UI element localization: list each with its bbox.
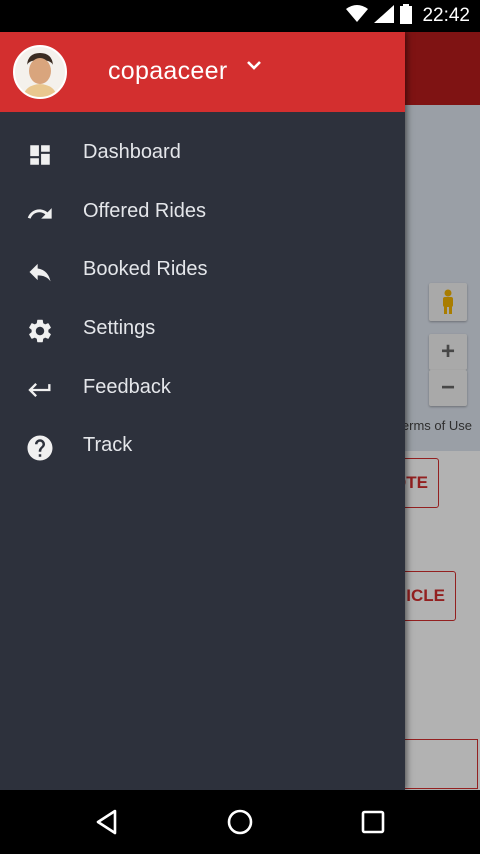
redo-icon: [24, 198, 56, 230]
dashboard-icon: [24, 139, 56, 171]
system-nav-bar: [0, 790, 480, 854]
chevron-down-icon[interactable]: [245, 58, 263, 77]
drawer-header[interactable]: copaaceer: [0, 32, 405, 112]
status-time: 22:42: [422, 5, 470, 26]
drawer-menu: Dashboard Offered Rides Booked Rides Set…: [0, 124, 405, 476]
menu-item-dashboard[interactable]: Dashboard: [0, 124, 405, 183]
return-icon: [24, 374, 56, 406]
home-icon[interactable]: [220, 804, 260, 840]
menu-item-track[interactable]: Track: [0, 417, 405, 476]
menu-label-dashboard: Dashboard: [83, 141, 181, 163]
menu-label-settings: Settings: [83, 317, 156, 340]
recents-icon[interactable]: [353, 804, 393, 840]
menu-label-offered-rides: Offered Rides: [83, 199, 207, 222]
menu-label-track: Track: [83, 434, 133, 457]
menu-label-feedback: Feedback: [83, 375, 171, 398]
menu-label-booked-rides: Booked Rides: [83, 258, 208, 281]
signal-icon: [374, 4, 395, 28]
menu-item-offered-rides[interactable]: Offered Rides: [0, 183, 405, 242]
gear-icon: [24, 315, 56, 347]
help-icon: [24, 432, 56, 464]
status-bar: 22:42: [0, 0, 480, 32]
menu-item-booked-rides[interactable]: Booked Rides: [0, 241, 405, 300]
battery-icon: [400, 3, 413, 29]
avatar[interactable]: [13, 45, 67, 99]
wifi-icon: [346, 4, 369, 28]
reply-icon: [24, 256, 56, 288]
menu-item-feedback[interactable]: Feedback: [0, 359, 405, 418]
menu-item-settings[interactable]: Settings: [0, 300, 405, 359]
back-icon[interactable]: [87, 804, 127, 840]
navigation-drawer: copaaceer Dashboard Offered Rides Booked…: [0, 32, 405, 790]
username[interactable]: copaaceer: [108, 57, 227, 86]
